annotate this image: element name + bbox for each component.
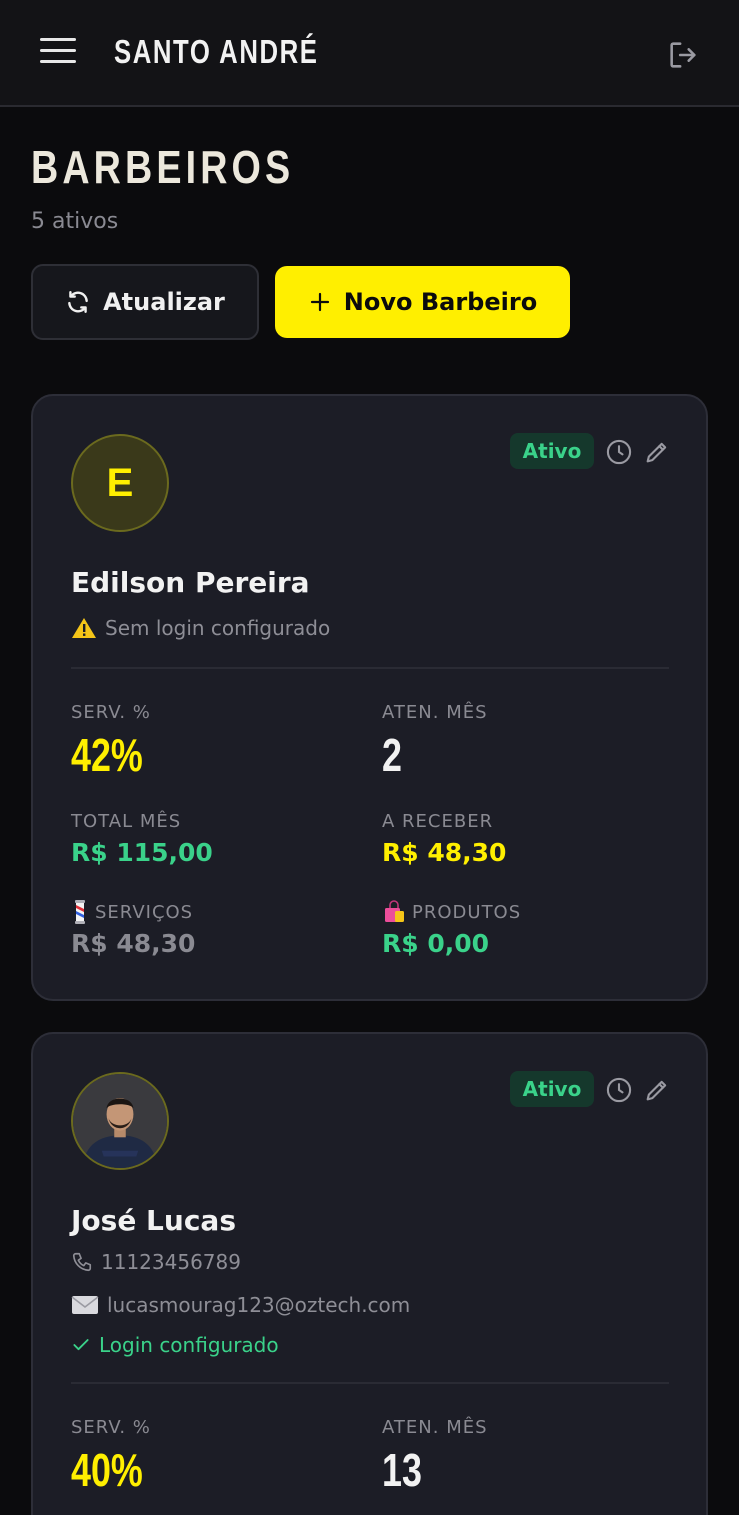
status-badge: Ativo <box>510 433 594 469</box>
barber-name: José Lucas <box>71 1204 236 1237</box>
clock-icon[interactable] <box>605 438 633 466</box>
refresh-button[interactable]: Atualizar <box>31 264 259 340</box>
new-barber-button[interactable]: Novo Barbeiro <box>275 266 570 338</box>
check-icon <box>73 1339 89 1351</box>
aten-mes-value: 2 <box>382 729 402 781</box>
page-title: BARBEIROS <box>31 141 295 193</box>
serv-percent-value: 40% <box>71 1444 143 1496</box>
barber-card: E Ativo Edilson Pereira Sem login config… <box>31 394 708 1001</box>
serv-percent-value: 42% <box>71 729 143 781</box>
profile-photo <box>73 1074 167 1168</box>
divider <box>71 1382 669 1384</box>
refresh-icon <box>68 291 88 313</box>
email-text: lucasmourag123@oztech.com <box>107 1293 411 1317</box>
barber-pole-icon <box>75 900 85 924</box>
edit-icon[interactable] <box>643 438 671 466</box>
envelope-icon <box>71 1296 99 1314</box>
plus-icon <box>310 292 329 312</box>
edit-icon[interactable] <box>643 1076 671 1104</box>
a-receber-value: R$ 48,30 <box>382 838 507 867</box>
aten-mes-value: 13 <box>382 1444 422 1496</box>
aten-mes-label: ATEN. MÊS <box>382 1417 488 1438</box>
active-count: 5 ativos <box>31 209 119 234</box>
phone-icon <box>72 1252 92 1272</box>
servicos-label-row: SERVIÇOS <box>71 900 193 924</box>
servicos-label: SERVIÇOS <box>95 901 194 923</box>
top-bar: SANTO ANDRÉ <box>0 0 739 107</box>
warning-icon <box>72 618 96 638</box>
produtos-value: R$ 0,00 <box>382 929 490 958</box>
avatar-initial: E <box>106 460 134 505</box>
produtos-label-row: PRODUTOS <box>382 900 521 924</box>
refresh-label: Atualizar <box>103 288 225 316</box>
divider <box>71 667 669 669</box>
login-warning: Sem login configurado <box>71 616 330 640</box>
total-mes-label: TOTAL MÊS <box>71 811 182 832</box>
total-mes-value: R$ 115,00 <box>71 838 213 867</box>
aten-mes-label: ATEN. MÊS <box>382 702 488 723</box>
a-receber-label: A RECEBER <box>382 811 494 832</box>
location-title: SANTO ANDRÉ <box>114 33 319 70</box>
phone-text: 11123456789 <box>101 1250 241 1274</box>
email-row: lucasmourag123@oztech.com <box>71 1293 410 1317</box>
logout-icon[interactable] <box>666 38 700 72</box>
barber-card: Ativo José Lucas 11123456789 lucasmourag… <box>31 1032 708 1515</box>
status-badge: Ativo <box>510 1071 594 1107</box>
barber-name: Edilson Pereira <box>71 566 310 599</box>
login-status-text: Sem login configurado <box>105 616 331 640</box>
servicos-value: R$ 48,30 <box>71 929 196 958</box>
menu-icon[interactable] <box>40 38 76 72</box>
avatar: E <box>71 434 169 532</box>
serv-percent-label: SERV. % <box>71 702 151 723</box>
login-ok-row: Login configurado <box>71 1333 279 1357</box>
new-barber-label: Novo Barbeiro <box>343 288 538 316</box>
login-status-text: Login configurado <box>99 1333 279 1357</box>
avatar-photo <box>71 1072 169 1170</box>
clock-icon[interactable] <box>605 1076 633 1104</box>
phone-row: 11123456789 <box>71 1250 241 1274</box>
serv-percent-label: SERV. % <box>71 1417 151 1438</box>
produtos-label: PRODUTOS <box>412 901 522 923</box>
shopping-bags-icon <box>385 900 404 922</box>
